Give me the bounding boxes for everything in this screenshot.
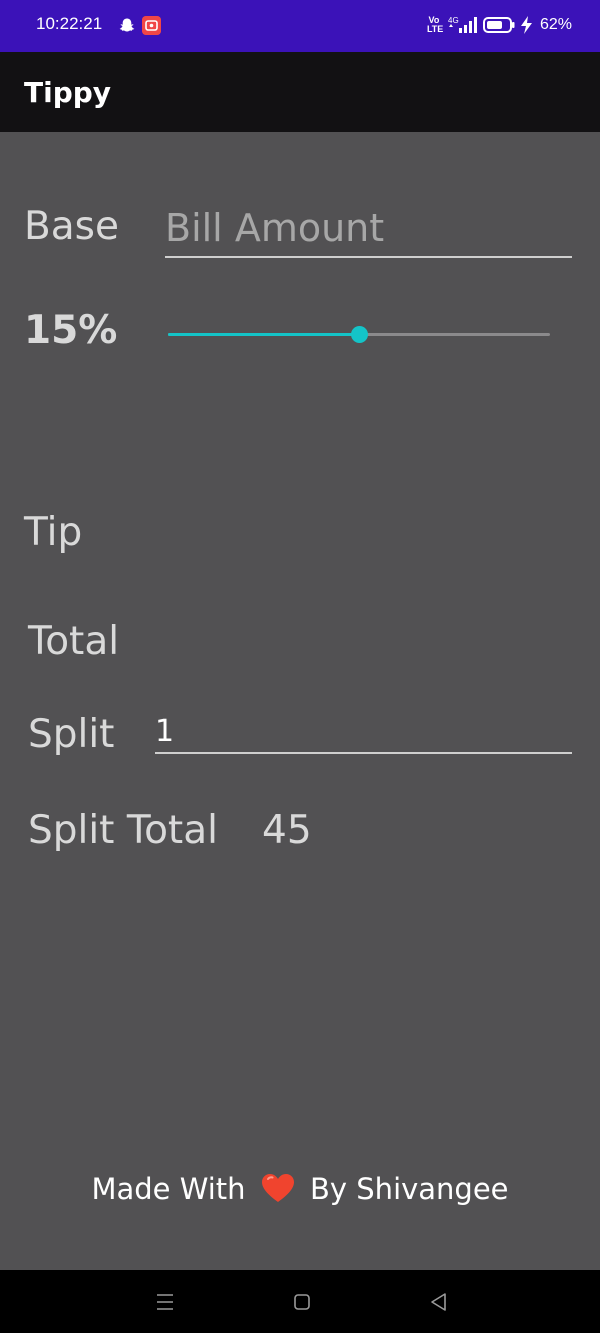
snapchat-icon — [119, 18, 135, 32]
tip-label: Tip — [24, 510, 83, 555]
split-count-input[interactable] — [155, 710, 572, 754]
app-bar: Tippy — [0, 52, 600, 132]
base-label: Base — [24, 204, 119, 249]
tip-calculator-form: Base 15% Tip Total Split Split Total 45 … — [0, 132, 600, 1270]
footer-prefix: Made With — [91, 1172, 246, 1206]
status-indicators: Vo LTE 4G 62% — [427, 14, 572, 36]
split-total-value: 45 — [262, 808, 312, 853]
battery-percent: 62% — [539, 16, 572, 33]
bill-amount-input[interactable] — [165, 200, 572, 258]
back-icon[interactable] — [427, 1290, 451, 1314]
home-icon[interactable] — [290, 1290, 314, 1314]
slider-thumb[interactable] — [351, 326, 368, 343]
split-total-label: Split Total — [28, 808, 218, 853]
slider-fill — [168, 333, 359, 336]
split-label: Split — [28, 712, 115, 757]
footer-credit: Made With By Shivangee — [0, 1172, 600, 1206]
volte-icon: Vo LTE — [426, 15, 444, 34]
status-time: 10:22:21 — [36, 14, 103, 33]
menu-icon[interactable] — [153, 1290, 177, 1314]
status-bar: 10:22:21 Vo LTE 4G 62% — [0, 0, 600, 52]
footer-suffix: By Shivangee — [310, 1172, 509, 1206]
tip-percent-label: 15% — [24, 308, 118, 353]
charging-icon — [520, 16, 532, 34]
screen-record-icon — [142, 16, 161, 35]
app-title: Tippy — [24, 76, 112, 109]
battery-icon — [482, 17, 515, 33]
network-type-label: 4G — [448, 16, 459, 25]
signal-icon: 4G — [448, 16, 477, 33]
tip-percent-slider[interactable] — [168, 322, 550, 348]
heart-icon — [261, 1174, 294, 1202]
system-nav-bar — [0, 1270, 600, 1333]
total-label: Total — [28, 619, 120, 664]
